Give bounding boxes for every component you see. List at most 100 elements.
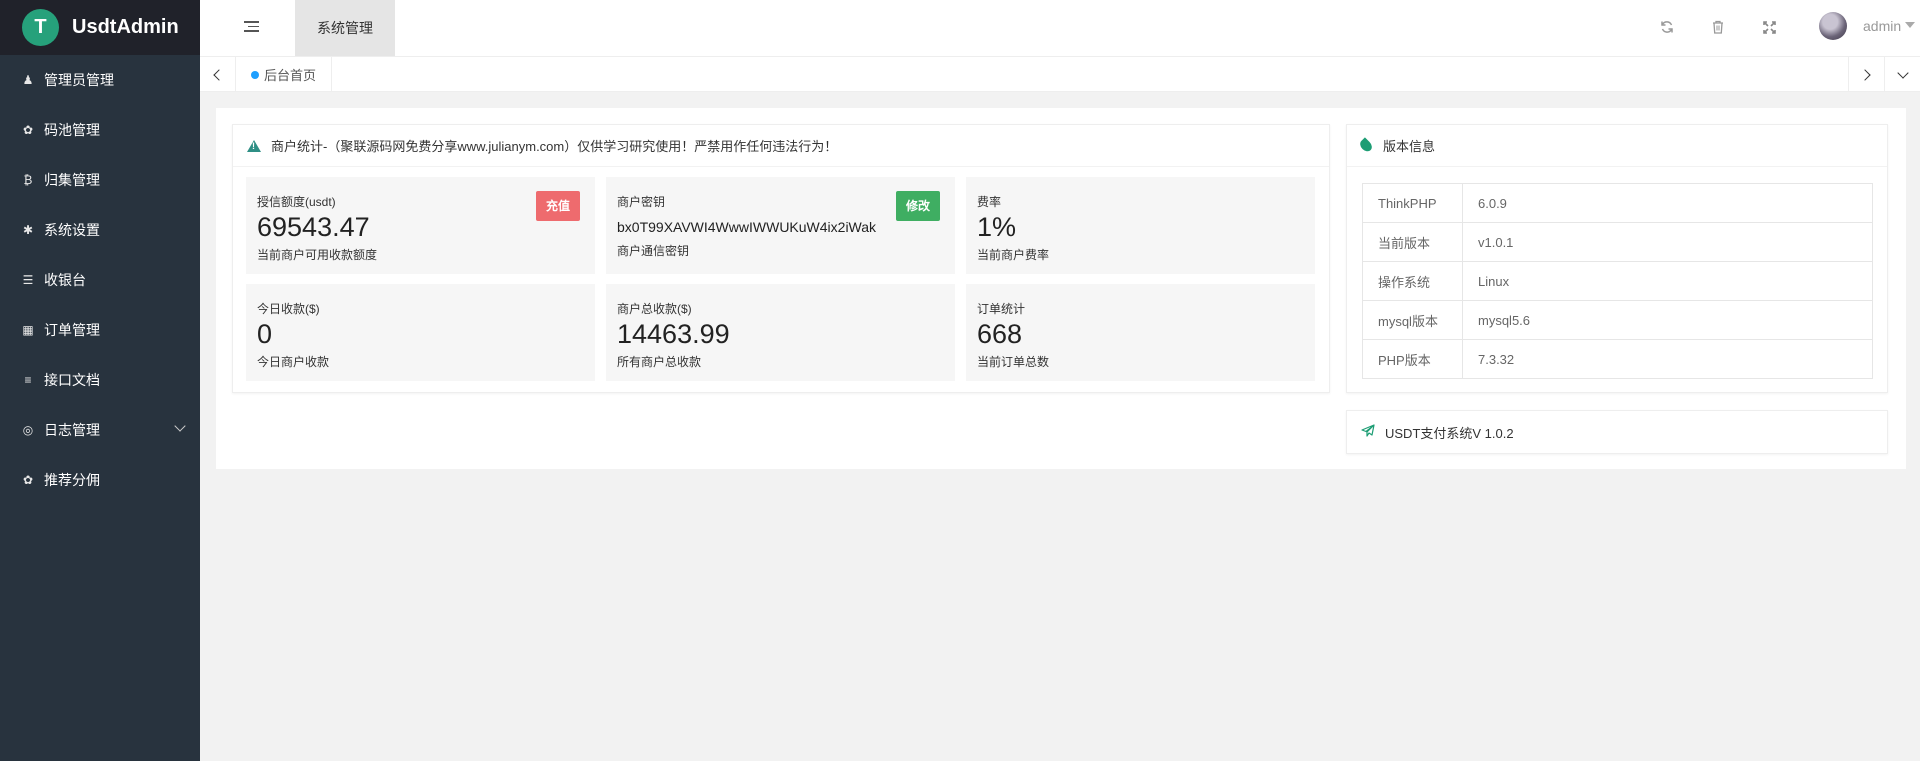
android-icon: ✿ <box>22 473 34 487</box>
user-icon: ♟ <box>22 73 34 87</box>
system-version-card: USDT支付系统V 1.0.2 <box>1346 410 1888 454</box>
sidebar-item-label: 码池管理 <box>44 122 100 138</box>
stat-desc: 当前商户可用收款额度 <box>257 248 378 262</box>
table-row: mysql版本 mysql5.6 <box>1362 300 1873 340</box>
page-tabs: 后台首页 <box>200 57 1920 92</box>
sidebar-item-label: 系统设置 <box>44 222 100 238</box>
trash-icon[interactable] <box>1708 17 1728 37</box>
sidebar-item-label: 收银台 <box>44 272 86 288</box>
app-title: UsdtAdmin <box>72 16 179 38</box>
stat-merchant-key: 商户密钥 bx0T99XAVWI4WwwIWWUKuW4ix2iWak 商户通信… <box>606 177 955 274</box>
sidebar-item-admin[interactable]: ♟ 管理员管理 <box>0 55 200 105</box>
stat-value: 1% <box>977 212 1017 242</box>
table-value: v1.0.1 <box>1462 222 1873 262</box>
table-key: 当前版本 <box>1362 222 1463 262</box>
system-version-label: USDT支付系统V 1.0.2 <box>1385 425 1514 441</box>
menu-toggle-icon[interactable] <box>244 21 259 35</box>
version-info-header: 版本信息 <box>1347 125 1887 167</box>
stat-total-receipts: 商户总收款($) 14463.99 所有商户总收款 <box>606 284 955 381</box>
sidebar-item-referral[interactable]: ✿ 推荐分佣 <box>0 455 200 505</box>
stat-title: 商户总收款($) <box>617 302 692 316</box>
active-dot-icon <box>251 70 259 79</box>
sidebar-item-settings[interactable]: ✱ 系统设置 <box>0 205 200 255</box>
chevron-right-icon <box>1859 68 1871 81</box>
refresh-icon[interactable] <box>1657 17 1677 37</box>
table-key: mysql版本 <box>1362 300 1463 340</box>
table-value: 6.0.9 <box>1462 183 1873 223</box>
stat-desc: 商户通信密钥 <box>617 244 690 258</box>
bitcoin-icon: ₿ <box>23 173 33 187</box>
version-info-title: 版本信息 <box>1383 139 1436 154</box>
sidebar-item-label: 订单管理 <box>44 322 100 338</box>
sidebar-item-collection[interactable]: ₿ 归集管理 <box>0 155 200 205</box>
stat-order-count: 订单统计 668 当前订单总数 <box>966 284 1315 381</box>
sidebar-item-label: 接口文档 <box>44 372 100 388</box>
tabs-scroll-left-button[interactable] <box>200 57 236 92</box>
main-content: 商户统计-（聚联源码网免费分享www.julianym.com）仅供学习研究使用… <box>216 108 1906 469</box>
paper-plane-icon <box>1361 424 1375 440</box>
stat-value: 668 <box>977 319 1023 349</box>
sidebar-item-logs[interactable]: ◎ 日志管理 <box>0 405 200 455</box>
sidebar-item-orders[interactable]: ▦ 订单管理 <box>0 305 200 355</box>
sidebar-item-code-pool[interactable]: ✿ 码池管理 <box>0 105 200 155</box>
tabs-scroll-right-button[interactable] <box>1848 57 1884 92</box>
table-value: mysql5.6 <box>1462 300 1873 340</box>
table-row: 操作系统 Linux <box>1362 261 1873 301</box>
logo[interactable]: T UsdtAdmin <box>0 0 200 55</box>
stat-value: 14463.99 <box>617 319 730 349</box>
version-table: ThinkPHP 6.0.9 当前版本 v1.0.1 操作系统 Linux mysql… <box>1362 183 1873 379</box>
stat-desc: 今日商户收款 <box>257 355 330 369</box>
table-row: PHP版本 7.3.32 <box>1362 339 1873 379</box>
asterisk-icon: ✱ <box>22 223 34 237</box>
caret-down-icon[interactable] <box>1905 22 1915 28</box>
tab-home[interactable]: 后台首页 <box>236 57 333 92</box>
table-row: ThinkPHP 6.0.9 <box>1362 183 1873 223</box>
sidebar-item-api-docs[interactable]: ≡ 接口文档 <box>0 355 200 405</box>
sidebar-item-label: 管理员管理 <box>44 72 114 88</box>
username[interactable]: admin <box>1863 18 1901 34</box>
fullscreen-icon[interactable] <box>1759 17 1779 37</box>
stat-desc: 当前商户费率 <box>977 248 1050 262</box>
chevron-left-icon <box>213 68 225 81</box>
table-key: 操作系统 <box>1362 261 1463 301</box>
table-value: Linux <box>1462 261 1873 301</box>
stat-title: 费率 <box>977 195 1002 209</box>
stat-desc: 当前订单总数 <box>977 355 1050 369</box>
modify-key-button[interactable]: 修改 <box>895 191 940 221</box>
stat-rate: 费率 1% 当前商户费率 <box>966 177 1315 274</box>
table-key: PHP版本 <box>1362 339 1463 379</box>
android-icon: ✿ <box>22 123 34 137</box>
stat-title: 订单统计 <box>977 302 1026 316</box>
sidebar-item-label: 归集管理 <box>44 172 100 188</box>
stat-value: 0 <box>257 319 273 349</box>
warning-icon <box>247 139 261 152</box>
sidebar-item-label: 推荐分佣 <box>44 472 100 488</box>
stat-desc: 所有商户总收款 <box>617 355 702 369</box>
sidebar-menu: ♟ 管理员管理 ✿ 码池管理 ₿ 归集管理 ✱ 系统设置 ☰ 收银台 ▦ 订单管… <box>0 55 200 505</box>
top-header: 系统管理 admin <box>200 0 1920 57</box>
life-ring-icon: ◎ <box>22 423 34 437</box>
sidebar-item-label: 日志管理 <box>44 422 100 438</box>
chevron-down-icon[interactable] <box>174 420 186 432</box>
version-info-card: 版本信息 ThinkPHP 6.0.9 当前版本 v1.0.1 操作系统 Linux … <box>1346 124 1888 393</box>
tab-home-label: 后台首页 <box>264 68 317 83</box>
stat-value: bx0T99XAVWI4WwwIWWUKuW4ix2iWak <box>617 219 877 235</box>
chevron-down-icon <box>1896 66 1909 79</box>
sidebar-item-cashier[interactable]: ☰ 收银台 <box>0 255 200 305</box>
list-icon: ☰ <box>22 273 34 287</box>
leaf-icon <box>1357 137 1375 154</box>
recharge-button[interactable]: 充值 <box>535 191 580 221</box>
merchant-stats-header: 商户统计-（聚联源码网免费分享www.julianym.com）仅供学习研究使用… <box>233 125 1329 167</box>
tab-system-management[interactable]: 系统管理 <box>295 0 395 56</box>
table-value: 7.3.32 <box>1462 339 1873 379</box>
table-row: 当前版本 v1.0.1 <box>1362 222 1873 262</box>
calculator-icon: ▦ <box>22 323 34 337</box>
tabs-menu-button[interactable] <box>1884 57 1920 92</box>
sidebar: T UsdtAdmin ♟ 管理员管理 ✿ 码池管理 ₿ 归集管理 ✱ 系统设置… <box>0 0 200 761</box>
table-key: ThinkPHP <box>1362 183 1463 223</box>
avatar[interactable] <box>1819 12 1847 40</box>
merchant-stats-title: 商户统计-（聚联源码网免费分享www.julianym.com）仅供学习研究使用… <box>271 139 838 154</box>
stat-credit-limit: 授信额度(usdt) 69543.47 当前商户可用收款额度 充值 <box>246 177 595 274</box>
stat-today-receipts: 今日收款($) 0 今日商户收款 <box>246 284 595 381</box>
tether-logo-icon: T <box>22 9 59 46</box>
